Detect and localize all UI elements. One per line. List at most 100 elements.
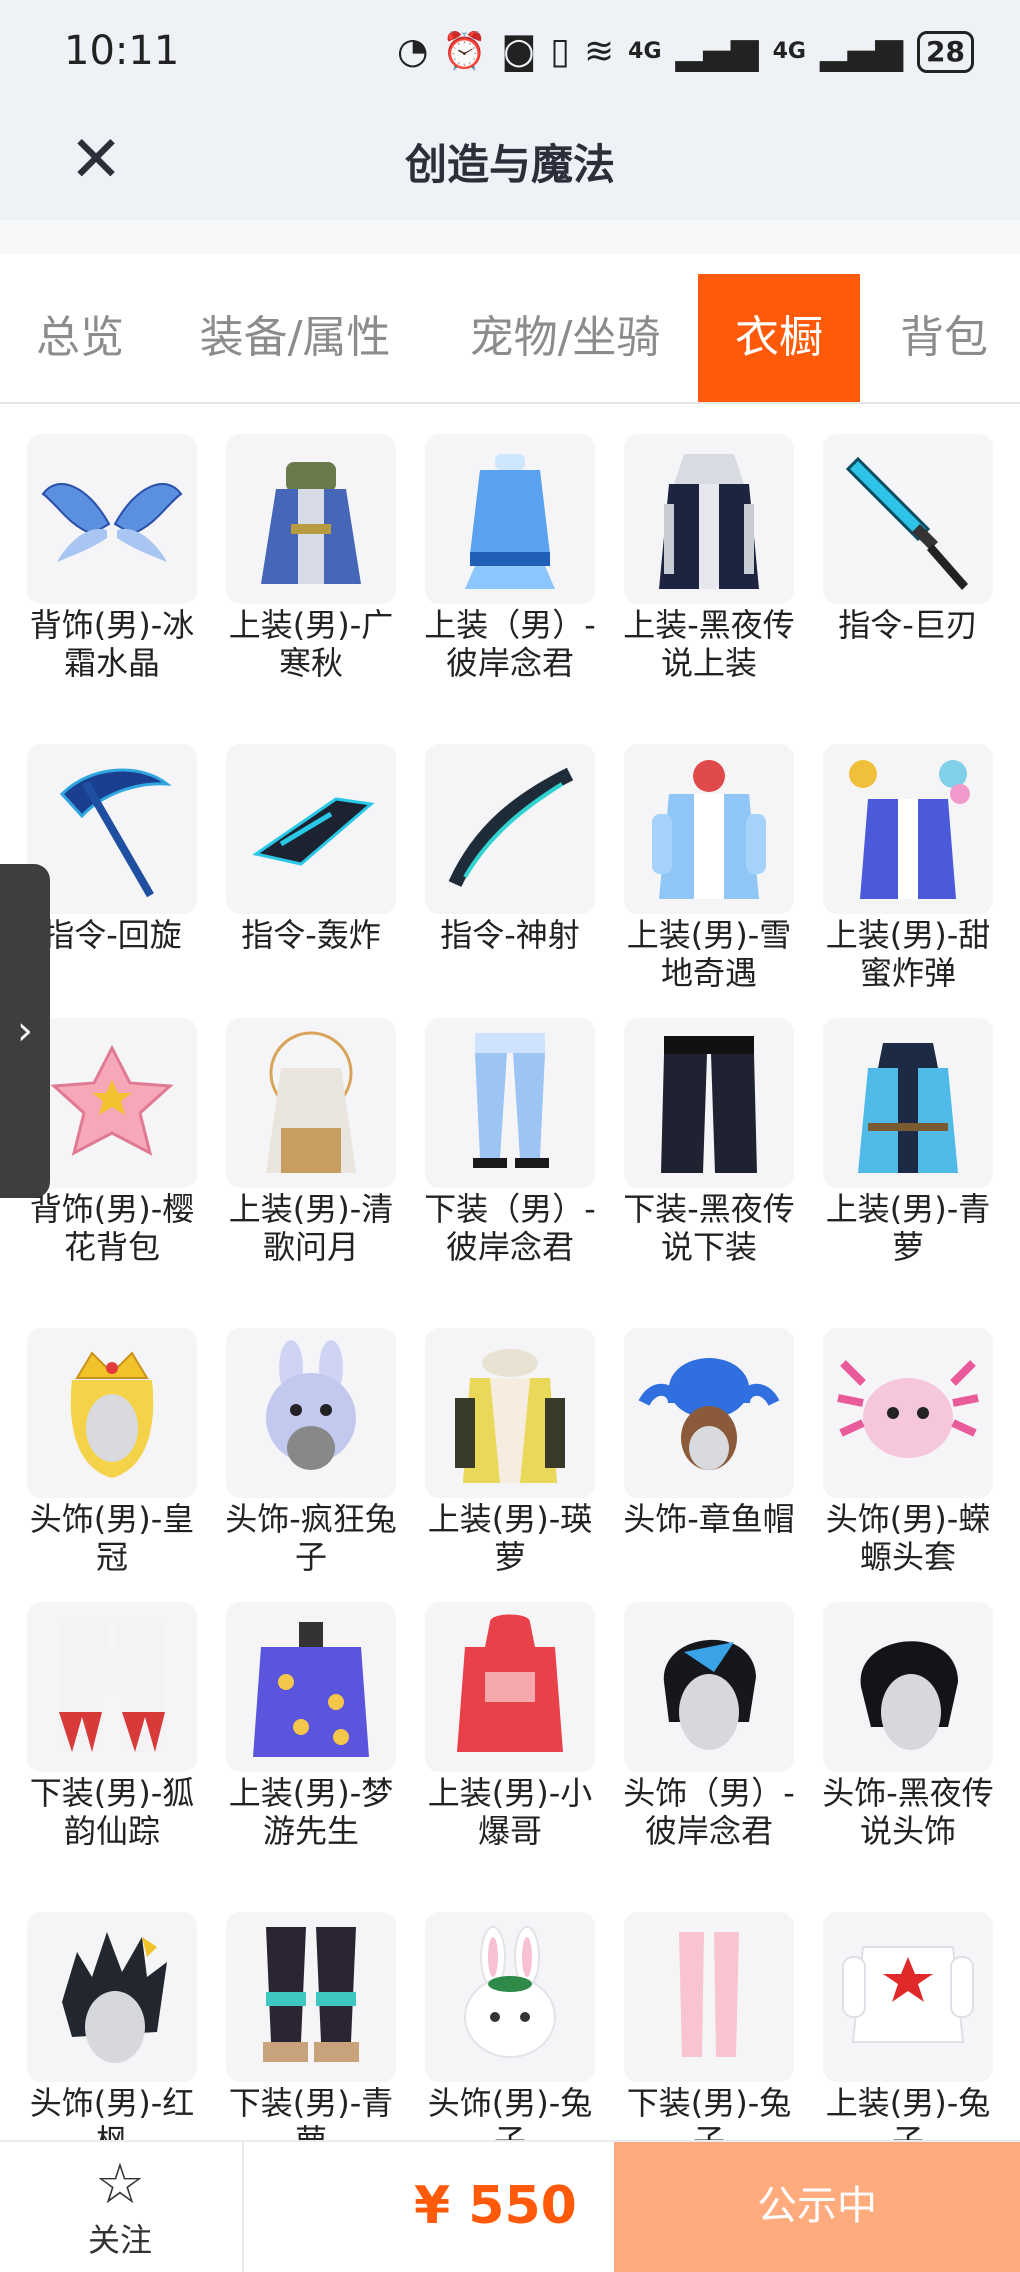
network-label-2: 4G <box>772 39 806 64</box>
wardrobe-item[interactable]: 下装(男)-狐韵仙踪 <box>17 1602 207 1850</box>
hair-spiky-icon <box>27 1912 197 2082</box>
close-icon[interactable]: ✕ <box>56 120 136 200</box>
item-label: 下装(男)-兔子 <box>626 2084 792 2140</box>
item-label: 上装-黑夜传说上装 <box>623 606 795 682</box>
tab-backpack[interactable]: 背包 <box>874 274 1014 402</box>
wardrobe-item[interactable]: 上装（男）-彼岸念君 <box>415 434 605 682</box>
wardrobe-item[interactable]: 下装(男)-青萝 <box>216 1912 406 2140</box>
bunny-hat-icon <box>226 1328 396 1498</box>
speed-icon: ◔ <box>396 31 429 72</box>
camera-icon: ◙ <box>501 31 537 72</box>
page-title: 创造与魔法 <box>404 140 615 189</box>
tab-equipment[interactable]: 装备/属性 <box>180 274 410 402</box>
hair-blue-streak-icon <box>624 1602 794 1772</box>
ice-wings-icon <box>27 434 197 604</box>
wardrobe-item[interactable]: 上装(男)-清歌问月 <box>216 1018 406 1266</box>
wardrobe-item[interactable]: 头饰（男）-彼岸念君 <box>614 1602 804 1850</box>
item-label: 上装(男)-甜蜜炸弹 <box>825 916 991 992</box>
octopus-hat-icon <box>624 1328 794 1498</box>
crown-icon <box>27 1328 197 1498</box>
item-label: 上装（男）-彼岸念君 <box>424 606 596 682</box>
wardrobe-item[interactable]: 指令-神射 <box>415 744 605 954</box>
item-label: 头饰-黑夜传说头饰 <box>822 1774 994 1850</box>
hair-black-icon <box>823 1602 993 1772</box>
status-icons: ◔ ⏰ ◙ ▯ ≋ 4G ▂▄▆ 4G ▂▄▆ 28 <box>397 28 974 76</box>
pink-legs-icon <box>624 1912 794 2082</box>
wardrobe-item[interactable]: 头饰-疯狂兔子 <box>216 1328 406 1576</box>
outfit-moon-icon <box>226 1018 396 1188</box>
pants-dark-icon <box>624 1018 794 1188</box>
wardrobe-item[interactable]: 头饰(男)-皇冠 <box>17 1328 207 1576</box>
sakura-bag-icon <box>27 1018 197 1188</box>
wardrobe-item[interactable]: 指令-巨刃 <box>813 434 1003 644</box>
network-label-1: 4G <box>628 39 662 64</box>
item-label: 上装(男)-雪地奇遇 <box>626 916 792 992</box>
item-label: 下装-黑夜传说下装 <box>623 1190 795 1266</box>
item-label: 头饰(男)-兔子 <box>427 2084 593 2140</box>
wardrobe-item[interactable]: 上装(男)-雪地奇遇 <box>614 744 804 992</box>
alarm-icon: ⏰ <box>442 31 488 72</box>
item-label: 下装(男)-狐韵仙踪 <box>29 1774 195 1850</box>
item-label: 上装(男)-清歌问月 <box>228 1190 394 1266</box>
vibrate-icon: ▯ <box>550 31 570 72</box>
outfit-pajama-icon <box>226 1602 396 1772</box>
wardrobe-item[interactable]: 上装(男)-梦游先生 <box>216 1602 406 1850</box>
wardrobe-item[interactable]: 上装(男)-甜蜜炸弹 <box>813 744 1003 992</box>
item-label: 头饰(男)-蝾螈头套 <box>825 1500 991 1576</box>
item-label: 指令-巨刃 <box>838 606 978 644</box>
tab-overview[interactable]: 总览 <box>10 274 150 402</box>
wardrobe-item[interactable]: 上装(男)-广寒秋 <box>216 434 406 682</box>
item-label: 头饰（男）-彼岸念君 <box>623 1774 795 1850</box>
item-label: 下装（男）-彼岸念君 <box>424 1190 596 1266</box>
price: ¥ 550 <box>414 2176 577 2236</box>
outfit-snow-icon <box>624 744 794 914</box>
outfit-sweet-icon <box>823 744 993 914</box>
battery-icon: 28 <box>917 31 974 73</box>
wardrobe-item[interactable]: 头饰(男)-兔子 <box>415 1912 605 2140</box>
item-label: 上装(男)-梦游先生 <box>228 1774 394 1850</box>
star-icon: ☆ <box>94 2152 146 2217</box>
wardrobe-item[interactable]: 头饰(男)-蝾螈头套 <box>813 1328 1003 1576</box>
item-label: 上装(男)-瑛萝 <box>427 1500 593 1576</box>
chevron-right-icon: › <box>17 1008 33 1054</box>
wardrobe-item[interactable]: 下装（男）-彼岸念君 <box>415 1018 605 1266</box>
wardrobe-item[interactable]: 上装(男)-小爆哥 <box>415 1602 605 1850</box>
item-label: 上装(男)-广寒秋 <box>228 606 394 682</box>
wardrobe-item[interactable]: 下装(男)-兔子 <box>614 1912 804 2140</box>
item-label: 指令-轰炸 <box>241 916 381 954</box>
wardrobe-item[interactable]: 上装(男)-兔子 <box>813 1912 1003 2140</box>
wardrobe-item[interactable]: 下装-黑夜传说下装 <box>614 1018 804 1266</box>
tab-bar: 总览 装备/属性 宠物/坐骑 衣橱 背包 <box>0 274 1020 404</box>
signal-icon-1: ▂▄▆ <box>675 31 759 72</box>
boots-cyan-icon <box>226 1912 396 2082</box>
wardrobe-item[interactable]: 头饰(男)-红枫 <box>17 1912 207 2140</box>
pants-fox-icon <box>27 1602 197 1772</box>
wardrobe-item[interactable]: 背饰(男)-冰霜水晶 <box>17 434 207 682</box>
wardrobe-item[interactable]: 上装-黑夜传说上装 <box>614 434 804 682</box>
item-label: 上装(男)-青萝 <box>825 1190 991 1266</box>
wardrobe-item[interactable]: 上装(男)-青萝 <box>813 1018 1003 1266</box>
side-drawer-toggle[interactable]: › <box>0 864 50 1198</box>
wardrobe-item[interactable]: 上装(男)-瑛萝 <box>415 1328 605 1576</box>
item-label: 背饰(男)-樱花背包 <box>29 1190 195 1266</box>
bow-icon <box>425 744 595 914</box>
tab-pets[interactable]: 宠物/坐骑 <box>450 274 680 402</box>
wardrobe-item[interactable]: 头饰-黑夜传说头饰 <box>813 1602 1003 1850</box>
public-notice-button[interactable]: 公示中 <box>614 2142 1020 2272</box>
bottom-bar: ☆ 关注 ¥ 550 公示中 <box>0 2140 1020 2272</box>
wardrobe-grid: 背饰(男)-冰霜水晶 上装(男)-广寒秋 上装（男）-彼岸念君 上装-黑夜传说上… <box>0 404 1020 2140</box>
wardrobe-item[interactable]: 头饰-章鱼帽 <box>614 1328 804 1538</box>
pants-light-blue-icon <box>425 1018 595 1188</box>
outfit-light-blue-icon <box>425 434 595 604</box>
outfit-cyan-icon <box>823 1018 993 1188</box>
outfit-scarf-icon <box>425 1328 595 1498</box>
follow-button[interactable]: ☆ 关注 <box>60 2142 180 2272</box>
red-hoodie-icon <box>425 1602 595 1772</box>
tab-wardrobe[interactable]: 衣橱 <box>698 274 860 402</box>
item-label: 上装(男)-小爆哥 <box>427 1774 593 1850</box>
item-label: 指令-神射 <box>440 916 580 954</box>
wardrobe-item[interactable]: 指令-轰炸 <box>216 744 406 954</box>
divider <box>242 2142 244 2272</box>
section-divider <box>0 220 1020 254</box>
signal-icon-2: ▂▄▆ <box>819 31 904 72</box>
